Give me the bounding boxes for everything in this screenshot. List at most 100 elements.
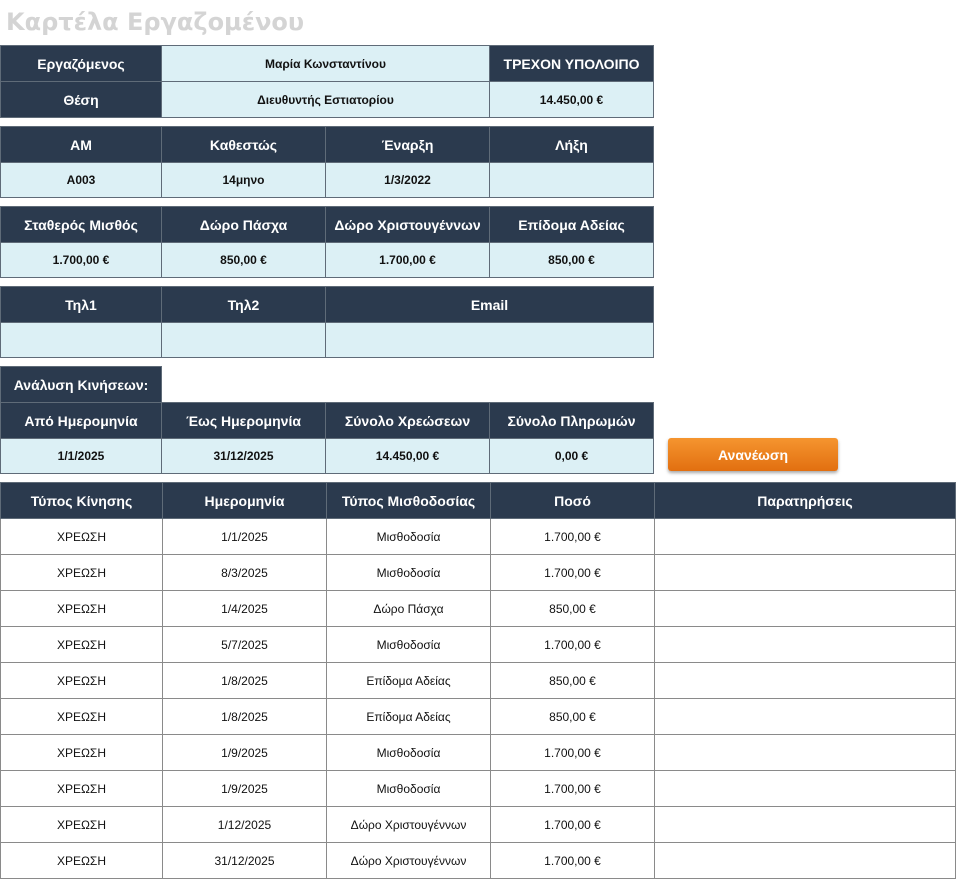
phone1-value[interactable] xyxy=(0,322,162,358)
total-charges-value[interactable]: 14.450,00 € xyxy=(325,438,490,474)
notes-cell[interactable] xyxy=(654,734,956,771)
phone2-value[interactable] xyxy=(161,322,326,358)
notes-cell[interactable] xyxy=(654,770,956,807)
end-value[interactable] xyxy=(489,162,654,198)
notes-header: Παρατηρήσεις xyxy=(654,482,956,519)
email-value[interactable] xyxy=(325,322,654,358)
position-label: Θέση xyxy=(0,81,162,118)
amount-cell[interactable]: 1.700,00 € xyxy=(490,734,655,771)
movement-type-cell[interactable]: ΧΡΕΩΣΗ xyxy=(0,518,163,555)
employee-label: Εργαζόμενος xyxy=(0,45,162,82)
balance-label: ΤΡΕΧΟΝ ΥΠΟΛΟΙΠΟ xyxy=(489,45,654,82)
leave-allowance-value[interactable]: 850,00 € xyxy=(489,242,654,278)
employee-name[interactable]: Μαρία Κωνσταντίνου xyxy=(161,45,490,82)
date-cell[interactable]: 1/1/2025 xyxy=(162,518,327,555)
table-row[interactable]: ΧΡΕΩΣΗ 1/4/2025 Δώρο Πάσχα 850,00 € xyxy=(0,590,956,627)
payroll-type-cell[interactable]: Μισθοδοσία xyxy=(326,518,491,555)
table-row[interactable]: ΧΡΕΩΣΗ 8/3/2025 Μισθοδοσία 1.700,00 € xyxy=(0,554,956,591)
date-cell[interactable]: 31/12/2025 xyxy=(162,842,327,879)
notes-cell[interactable] xyxy=(654,554,956,591)
end-header: Λήξη xyxy=(489,126,654,163)
email-header: Email xyxy=(325,286,654,323)
from-date-value[interactable]: 1/1/2025 xyxy=(0,438,162,474)
notes-cell[interactable] xyxy=(654,806,956,843)
position-value[interactable]: Διευθυντής Εστιατορίου xyxy=(161,81,490,118)
payroll-type-cell[interactable]: Μισθοδοσία xyxy=(326,626,491,663)
leave-allowance-header: Επίδομα Αδείας xyxy=(489,206,654,243)
date-cell[interactable]: 1/4/2025 xyxy=(162,590,327,627)
phone1-header: Τηλ1 xyxy=(0,286,162,323)
date-header: Ημερομηνία xyxy=(162,482,327,519)
movement-type-cell[interactable]: ΧΡΕΩΣΗ xyxy=(0,590,163,627)
movement-type-cell[interactable]: ΧΡΕΩΣΗ xyxy=(0,698,163,735)
movement-type-cell[interactable]: ΧΡΕΩΣΗ xyxy=(0,734,163,771)
date-cell[interactable]: 5/7/2025 xyxy=(162,626,327,663)
notes-cell[interactable] xyxy=(654,842,956,879)
notes-cell[interactable] xyxy=(654,662,956,699)
movement-type-cell[interactable]: ΧΡΕΩΣΗ xyxy=(0,842,163,879)
payroll-type-cell[interactable]: Δώρο Πάσχα xyxy=(326,590,491,627)
payroll-type-cell[interactable]: Μισθοδοσία xyxy=(326,554,491,591)
payroll-type-header: Τύπος Μισθοδοσίας xyxy=(326,482,491,519)
movement-type-cell[interactable]: ΧΡΕΩΣΗ xyxy=(0,554,163,591)
movement-type-cell[interactable]: ΧΡΕΩΣΗ xyxy=(0,662,163,699)
amount-cell[interactable]: 1.700,00 € xyxy=(490,518,655,555)
total-payments-header: Σύνολο Πληρωμών xyxy=(489,402,654,439)
to-date-header: Έως Ημερομηνία xyxy=(161,402,326,439)
payroll-type-cell[interactable]: Επίδομα Αδείας xyxy=(326,698,491,735)
table-row[interactable]: ΧΡΕΩΣΗ 1/9/2025 Μισθοδοσία 1.700,00 € xyxy=(0,770,956,807)
start-header: Έναρξη xyxy=(325,126,490,163)
analysis-label: Ανάλυση Κινήσεων: xyxy=(0,366,162,403)
table-row[interactable]: ΧΡΕΩΣΗ 31/12/2025 Δώρο Χριστουγέννων 1.700,… xyxy=(0,842,956,879)
date-cell[interactable]: 8/3/2025 xyxy=(162,554,327,591)
date-cell[interactable]: 1/12/2025 xyxy=(162,806,327,843)
date-cell[interactable]: 1/9/2025 xyxy=(162,770,327,807)
notes-cell[interactable] xyxy=(654,698,956,735)
amount-cell[interactable]: 1.700,00 € xyxy=(490,626,655,663)
payroll-type-cell[interactable]: Μισθοδοσία xyxy=(326,770,491,807)
notes-cell[interactable] xyxy=(654,626,956,663)
table-row[interactable]: ΧΡΕΩΣΗ 1/8/2025 Επίδομα Αδείας 850,00 € xyxy=(0,698,956,735)
from-date-header: Από Ημερομηνία xyxy=(0,402,162,439)
movement-type-header: Τύπος Κίνησης xyxy=(0,482,163,519)
date-cell[interactable]: 1/8/2025 xyxy=(162,698,327,735)
amount-cell[interactable]: 1.700,00 € xyxy=(490,806,655,843)
payroll-type-cell[interactable]: Επίδομα Αδείας xyxy=(326,662,491,699)
amount-cell[interactable]: 850,00 € xyxy=(490,662,655,699)
amount-cell[interactable]: 850,00 € xyxy=(490,590,655,627)
amount-cell[interactable]: 850,00 € xyxy=(490,698,655,735)
salary-header: Σταθερός Μισθός xyxy=(0,206,162,243)
date-cell[interactable]: 1/8/2025 xyxy=(162,662,327,699)
refresh-button[interactable]: Ανανέωση xyxy=(668,438,838,471)
start-value[interactable]: 1/3/2022 xyxy=(325,162,490,198)
table-row[interactable]: ΧΡΕΩΣΗ 1/9/2025 Μισθοδοσία 1.700,00 € xyxy=(0,734,956,771)
notes-cell[interactable] xyxy=(654,590,956,627)
movement-type-cell[interactable]: ΧΡΕΩΣΗ xyxy=(0,770,163,807)
movements-header-row: Τύπος Κίνησης Ημερομηνία Τύπος Μισθοδοσί… xyxy=(0,482,956,519)
table-row[interactable]: ΧΡΕΩΣΗ 1/12/2025 Δώρο Χριστουγέννων 1.700,0… xyxy=(0,806,956,843)
payroll-type-cell[interactable]: Μισθοδοσία xyxy=(326,734,491,771)
table-row[interactable]: ΧΡΕΩΣΗ 1/8/2025 Επίδομα Αδείας 850,00 € xyxy=(0,662,956,699)
am-value[interactable]: Α003 xyxy=(0,162,162,198)
balance-value[interactable]: 14.450,00 € xyxy=(489,81,654,118)
notes-cell[interactable] xyxy=(654,518,956,555)
easter-bonus-value[interactable]: 850,00 € xyxy=(161,242,326,278)
status-header: Καθεστώς xyxy=(161,126,326,163)
christmas-bonus-value[interactable]: 1.700,00 € xyxy=(325,242,490,278)
movement-type-cell[interactable]: ΧΡΕΩΣΗ xyxy=(0,806,163,843)
table-row[interactable]: ΧΡΕΩΣΗ 5/7/2025 Μισθοδοσία 1.700,00 € xyxy=(0,626,956,663)
page-title: Καρτέλα Εργαζομένου xyxy=(6,8,305,36)
amount-cell[interactable]: 1.700,00 € xyxy=(490,770,655,807)
total-payments-value[interactable]: 0,00 € xyxy=(489,438,654,474)
amount-cell[interactable]: 1.700,00 € xyxy=(490,554,655,591)
to-date-value[interactable]: 31/12/2025 xyxy=(161,438,326,474)
amount-cell[interactable]: 1.700,00 € xyxy=(490,842,655,879)
payroll-type-cell[interactable]: Δώρο Χριστουγέννων xyxy=(326,806,491,843)
payroll-type-cell[interactable]: Δώρο Χριστουγέννων xyxy=(326,842,491,879)
date-cell[interactable]: 1/9/2025 xyxy=(162,734,327,771)
status-value[interactable]: 14μηνο xyxy=(161,162,326,198)
movement-type-cell[interactable]: ΧΡΕΩΣΗ xyxy=(0,626,163,663)
salary-value[interactable]: 1.700,00 € xyxy=(0,242,162,278)
table-row[interactable]: ΧΡΕΩΣΗ 1/1/2025 Μισθοδοσία 1.700,00 € xyxy=(0,518,956,555)
christmas-bonus-header: Δώρο Χριστουγέννων xyxy=(325,206,490,243)
